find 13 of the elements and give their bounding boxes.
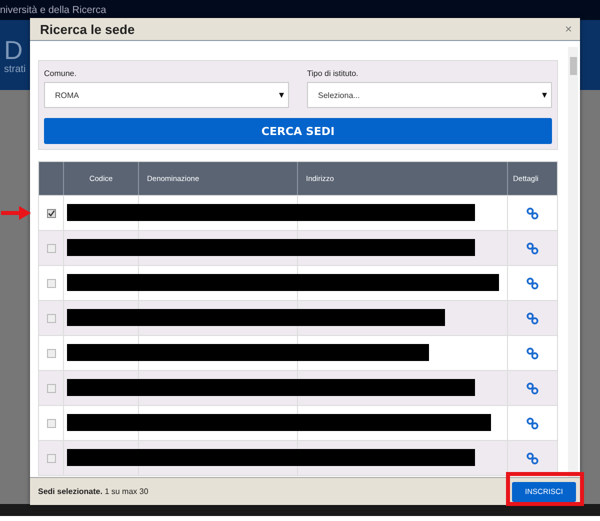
selection-count: Sedi selezionate. 1 su max 30 <box>38 487 148 496</box>
field-label: Comune. <box>44 69 78 78</box>
logo-text: D <box>4 36 23 64</box>
dialog-title: Ricerca le sede <box>40 22 135 36</box>
close-button[interactable]: × <box>564 22 572 36</box>
dropdown-field[interactable]: Seleziona... ▾ <box>307 82 552 108</box>
search-button[interactable]: CERCA SEDI <box>44 118 552 144</box>
field-label: Tipo di istituto. <box>307 69 360 78</box>
dropdown-field[interactable]: ROMA ▾ <box>44 82 289 108</box>
caret-icon: ▾ <box>279 89 284 101</box>
caret-icon: ▾ <box>542 89 547 101</box>
header-text: niversità e della Ricerca <box>0 4 106 16</box>
subtitle-text: strati <box>4 64 26 75</box>
